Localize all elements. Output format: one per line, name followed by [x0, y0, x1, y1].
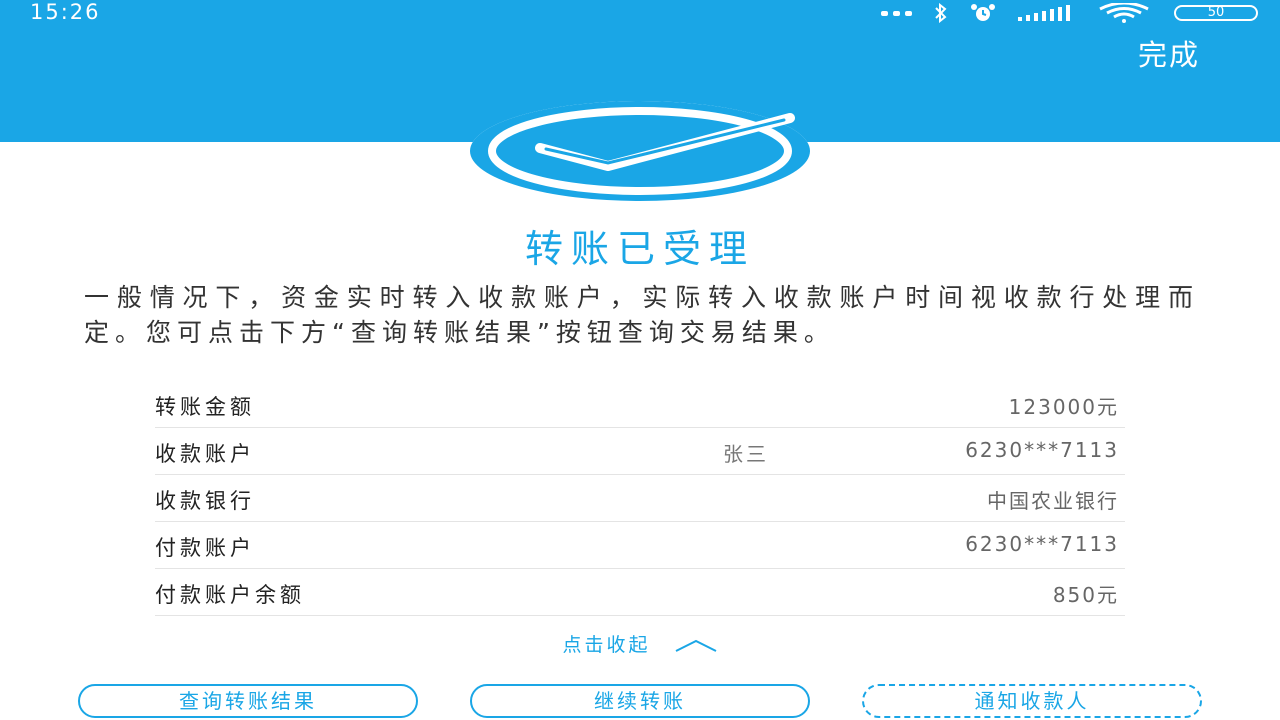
detail-label: 付款账户: [155, 536, 255, 560]
bluetooth-icon: [935, 3, 947, 23]
chevron-up-icon: [675, 639, 716, 652]
check-icon: [470, 101, 810, 201]
detail-row-payer-balance: 付款账户余额 850元: [155, 569, 1125, 616]
battery-icon: 50: [1174, 5, 1258, 21]
detail-label: 收款账户: [155, 442, 255, 466]
more-dots-icon: [881, 10, 912, 16]
detail-value: 123000元: [1008, 395, 1119, 419]
detail-row-amount: 转账金额 123000元: [155, 381, 1125, 428]
detail-value: 6230***7113: [965, 532, 1119, 556]
battery-level: 50: [1207, 5, 1225, 20]
status-time: 15:26: [30, 0, 101, 24]
transfer-details: 转账金额 123000元 收款账户 张三 6230***7113 收款银行 中国…: [155, 381, 1125, 616]
collapse-label: 点击收起: [562, 634, 651, 656]
detail-label: 转账金额: [155, 395, 255, 419]
query-result-button[interactable]: 查询转账结果: [78, 684, 418, 718]
detail-label: 收款银行: [155, 489, 255, 513]
signal-icon: [1018, 5, 1070, 21]
done-button[interactable]: 完成: [1138, 32, 1200, 74]
detail-value: 中国农业银行: [987, 489, 1119, 513]
detail-value: 6230***7113: [965, 438, 1119, 462]
continue-transfer-button[interactable]: 继续转账: [470, 684, 810, 718]
detail-row-payer-account: 付款账户 6230***7113: [155, 522, 1125, 569]
collapse-details-button[interactable]: 点击收起: [0, 630, 1280, 657]
detail-value: 850元: [1052, 583, 1119, 607]
status-icons: 50: [881, 2, 1258, 24]
notify-payee-button[interactable]: 通知收款人: [862, 684, 1202, 718]
alarm-icon: [971, 4, 995, 21]
payee-name: 张三: [723, 442, 769, 466]
detail-row-payee-account: 收款账户 张三 6230***7113: [155, 428, 1125, 475]
detail-row-payee-bank: 收款银行 中国农业银行: [155, 475, 1125, 522]
wifi-icon: [1099, 3, 1149, 23]
result-title: 转账已受理: [524, 227, 755, 271]
detail-label: 付款账户余额: [155, 583, 305, 607]
result-notice: 一般情况下，资金实时转入收款账户，实际转入收款账户时间视收款行处理而定。您可点击…: [84, 283, 1199, 347]
